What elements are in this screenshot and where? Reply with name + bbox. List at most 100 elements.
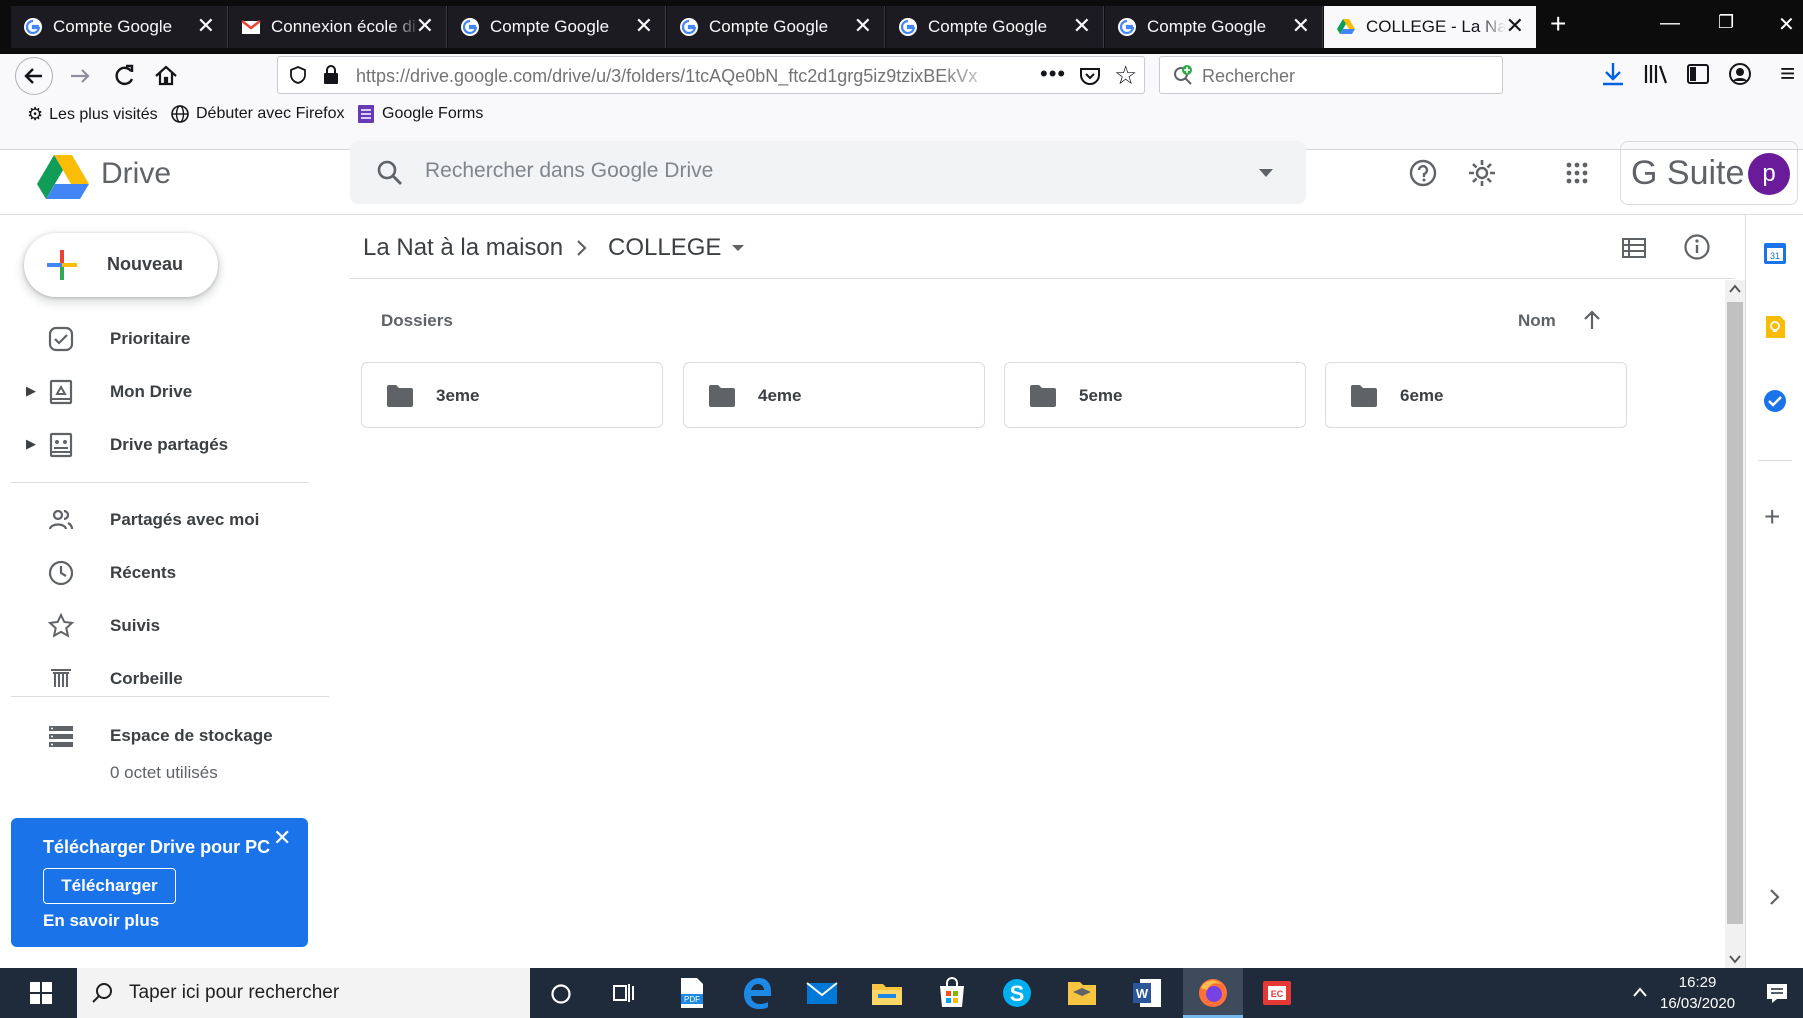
forward-arrow-icon[interactable] bbox=[66, 62, 94, 90]
sidebar-item-recent[interactable]: Récents bbox=[0, 551, 300, 595]
close-icon[interactable]: ✕ bbox=[273, 827, 291, 849]
search-options-icon[interactable] bbox=[1258, 168, 1274, 178]
folder-card[interactable]: 3eme bbox=[361, 362, 663, 428]
tasks-icon[interactable] bbox=[1763, 389, 1787, 413]
home-icon[interactable] bbox=[152, 62, 180, 90]
list-view-icon[interactable] bbox=[1621, 237, 1647, 259]
expand-arrow-icon[interactable]: ▶ bbox=[26, 383, 36, 399]
apps-grid-icon[interactable] bbox=[1565, 161, 1589, 185]
bookmark-most-visited[interactable]: ⚙ Les plus visités bbox=[27, 104, 158, 125]
vertical-scrollbar[interactable] bbox=[1725, 280, 1745, 968]
sidebar-toggle-icon[interactable] bbox=[1686, 63, 1710, 85]
page-actions-icon[interactable]: ••• bbox=[1040, 61, 1066, 87]
close-tab-icon[interactable]: ✕ bbox=[1292, 15, 1310, 37]
restore-icon[interactable]: ❐ bbox=[1718, 12, 1734, 33]
firefox-taskbar-button[interactable] bbox=[1183, 968, 1243, 1018]
sort-by-name[interactable]: Nom bbox=[1518, 311, 1556, 331]
sidebar-item-priority[interactable]: Prioritaire bbox=[0, 317, 300, 361]
bookmark-getting-started[interactable]: Débuter avec Firefox bbox=[170, 104, 345, 124]
browser-tab[interactable]: Compte Google ✕ bbox=[448, 6, 666, 48]
close-window-icon[interactable]: ✕ bbox=[1778, 12, 1795, 37]
add-addon-icon[interactable]: + bbox=[1764, 503, 1780, 531]
taskbar-clock[interactable]: 16:29 16/03/2020 bbox=[1660, 972, 1735, 1014]
drive-title[interactable]: Drive bbox=[101, 157, 171, 191]
back-button[interactable] bbox=[15, 57, 53, 95]
lock-icon[interactable] bbox=[322, 65, 340, 85]
sidebar-item-shared-drives[interactable]: ▶ Drive partagés bbox=[0, 423, 300, 467]
browser-tab[interactable]: Compte Google ✕ bbox=[886, 6, 1104, 48]
folder-card[interactable]: 5eme bbox=[1004, 362, 1306, 428]
calendar-icon[interactable]: 31 bbox=[1763, 241, 1787, 265]
browser-tab[interactable]: Compte Google ✕ bbox=[11, 6, 228, 48]
close-tab-icon[interactable]: ✕ bbox=[416, 15, 434, 37]
browser-tab[interactable]: Compte Google ✕ bbox=[667, 6, 885, 48]
skype-icon[interactable]: S bbox=[1000, 976, 1034, 1010]
task-view-icon[interactable] bbox=[612, 982, 636, 1004]
avatar[interactable]: p bbox=[1748, 153, 1790, 195]
search-icon[interactable] bbox=[376, 159, 404, 187]
help-icon[interactable] bbox=[1408, 158, 1438, 188]
scroll-down-icon[interactable] bbox=[1729, 954, 1741, 964]
edge-icon[interactable] bbox=[740, 976, 774, 1010]
pdf-app-icon[interactable]: PDF bbox=[675, 976, 709, 1010]
minimize-icon[interactable]: — bbox=[1660, 12, 1680, 35]
downloads-icon[interactable] bbox=[1600, 60, 1626, 88]
scrollbar-thumb[interactable] bbox=[1727, 302, 1743, 924]
sidebar-item-trash[interactable]: Corbeille bbox=[0, 657, 300, 687]
close-tab-icon[interactable]: ✕ bbox=[197, 15, 215, 37]
account-icon[interactable] bbox=[1728, 62, 1752, 86]
chevron-right-icon[interactable] bbox=[1768, 887, 1782, 907]
tray-chevron-up-icon[interactable] bbox=[1632, 986, 1648, 998]
address-bar[interactable]: https://drive.google.com/drive/u/3/folde… bbox=[277, 56, 1145, 94]
drive-search-input[interactable] bbox=[425, 159, 1185, 183]
windows-start-icon[interactable] bbox=[30, 982, 52, 1004]
browser-tab[interactable]: Connexion école di ✕ bbox=[229, 6, 447, 48]
settings-gear-icon[interactable] bbox=[1467, 158, 1497, 188]
close-tab-icon[interactable]: ✕ bbox=[1073, 15, 1091, 37]
keep-icon[interactable] bbox=[1763, 315, 1787, 339]
breadcrumb-current[interactable]: COLLEGE bbox=[608, 234, 745, 262]
close-tab-icon[interactable]: ✕ bbox=[1506, 15, 1524, 37]
new-button[interactable]: Nouveau bbox=[24, 233, 218, 297]
breadcrumb-parent[interactable]: La Nat à la maison bbox=[363, 234, 563, 262]
sidebar-item-starred[interactable]: Suivis bbox=[0, 604, 300, 648]
bookmark-star-icon[interactable]: ☆ bbox=[1114, 60, 1137, 91]
account-switcher[interactable]: G Suite p bbox=[1620, 141, 1798, 205]
sort-ascending-icon[interactable] bbox=[1582, 309, 1602, 331]
sidebar-item-my-drive[interactable]: ▶ Mon Drive bbox=[0, 370, 300, 414]
pocket-icon[interactable] bbox=[1078, 64, 1102, 88]
reload-icon[interactable] bbox=[110, 62, 138, 90]
folder-card[interactable]: 6eme bbox=[1325, 362, 1627, 428]
sidebar-item-shared-with-me[interactable]: Partagés avec moi bbox=[0, 498, 300, 542]
browser-tab-active[interactable]: COLLEGE - La Nat à ✕ bbox=[1324, 6, 1536, 48]
file-explorer-icon[interactable] bbox=[870, 976, 904, 1010]
url-text[interactable]: https://drive.google.com/drive/u/3/folde… bbox=[356, 66, 1006, 87]
drive-search-box[interactable] bbox=[350, 141, 1306, 204]
expand-arrow-icon[interactable]: ▶ bbox=[26, 436, 36, 452]
notifications-icon[interactable] bbox=[1765, 981, 1789, 1005]
shield-icon[interactable] bbox=[288, 65, 308, 85]
close-tab-icon[interactable]: ✕ bbox=[854, 15, 872, 37]
cortana-icon[interactable] bbox=[550, 983, 572, 1005]
close-tab-icon[interactable]: ✕ bbox=[635, 15, 653, 37]
info-icon[interactable] bbox=[1683, 233, 1711, 261]
scroll-up-icon[interactable] bbox=[1729, 284, 1741, 294]
word-icon[interactable]: W bbox=[1130, 976, 1164, 1010]
menu-icon[interactable]: ≡ bbox=[1780, 58, 1795, 89]
folder-card[interactable]: 4eme bbox=[683, 362, 985, 428]
drive-logo-icon[interactable] bbox=[37, 153, 89, 199]
store-icon[interactable] bbox=[935, 976, 969, 1010]
red-app-icon[interactable]: EC bbox=[1260, 976, 1294, 1010]
my-drive-icon bbox=[49, 379, 73, 405]
browser-tab[interactable]: Compte Google ✕ bbox=[1105, 6, 1323, 48]
library-icon[interactable] bbox=[1643, 62, 1669, 86]
bookmark-google-forms[interactable]: Google Forms bbox=[356, 104, 483, 124]
new-tab-icon[interactable]: + bbox=[1550, 8, 1566, 40]
learn-more-link[interactable]: En savoir plus bbox=[43, 911, 159, 931]
taskbar-search[interactable]: Taper ici pour rechercher bbox=[77, 968, 530, 1018]
mail-icon[interactable] bbox=[805, 976, 839, 1010]
sidebar-item-storage[interactable]: Espace de stockage bbox=[0, 714, 300, 758]
education-app-icon[interactable] bbox=[1065, 976, 1099, 1010]
browser-search-bar[interactable]: Rechercher bbox=[1159, 56, 1503, 94]
download-button[interactable]: Télécharger bbox=[43, 868, 176, 904]
